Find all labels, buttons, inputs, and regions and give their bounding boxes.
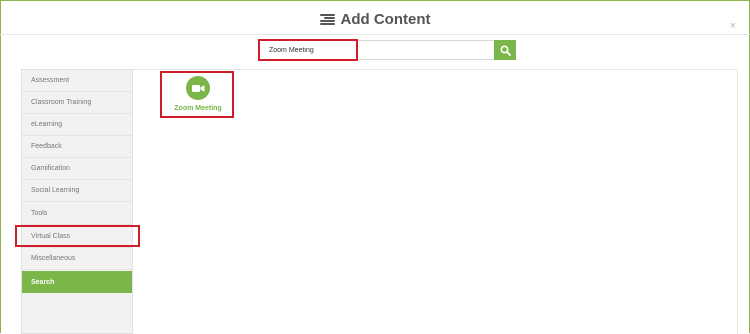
sidebar-item-classroom-training[interactable]: Classroom Training	[22, 92, 132, 114]
sidebar-item-miscellaneous[interactable]: Miscellaneous	[22, 248, 132, 270]
result-tile-zoom-meeting[interactable]: Zoom Meeting	[165, 72, 231, 116]
sidebar-item-assessment[interactable]: Assessment	[22, 70, 132, 92]
sidebar-item-virtual-class[interactable]: Virtual Class	[22, 226, 132, 248]
video-camera-glyph	[191, 84, 204, 92]
sidebar-item-search[interactable]: Search	[22, 271, 132, 293]
list-icon	[319, 13, 335, 26]
result-tile-label: Zoom Meeting	[174, 105, 222, 112]
search-input[interactable]	[258, 40, 494, 60]
modal-header: Add Content ×	[0, 8, 750, 36]
sidebar-item-tools[interactable]: Tools	[22, 203, 132, 225]
sidebar-item-gamification[interactable]: Gamification	[22, 158, 132, 180]
sidebar-item-feedback[interactable]: Feedback	[22, 136, 132, 158]
title-wrap: Add Content	[319, 11, 431, 28]
modal-title: Add Content	[340, 11, 431, 28]
search-button[interactable]	[494, 40, 516, 60]
sidebar-item-social-learning[interactable]: Social Learning	[22, 180, 132, 202]
sidebar-item-elearning[interactable]: eLearning	[22, 114, 132, 136]
category-sidebar: Assessment Classroom Training eLearning …	[21, 69, 133, 334]
close-icon[interactable]: ×	[730, 20, 736, 32]
magnifier-icon	[499, 44, 511, 56]
search-bar	[258, 40, 518, 62]
header-divider	[0, 34, 750, 35]
video-camera-icon	[186, 76, 210, 100]
